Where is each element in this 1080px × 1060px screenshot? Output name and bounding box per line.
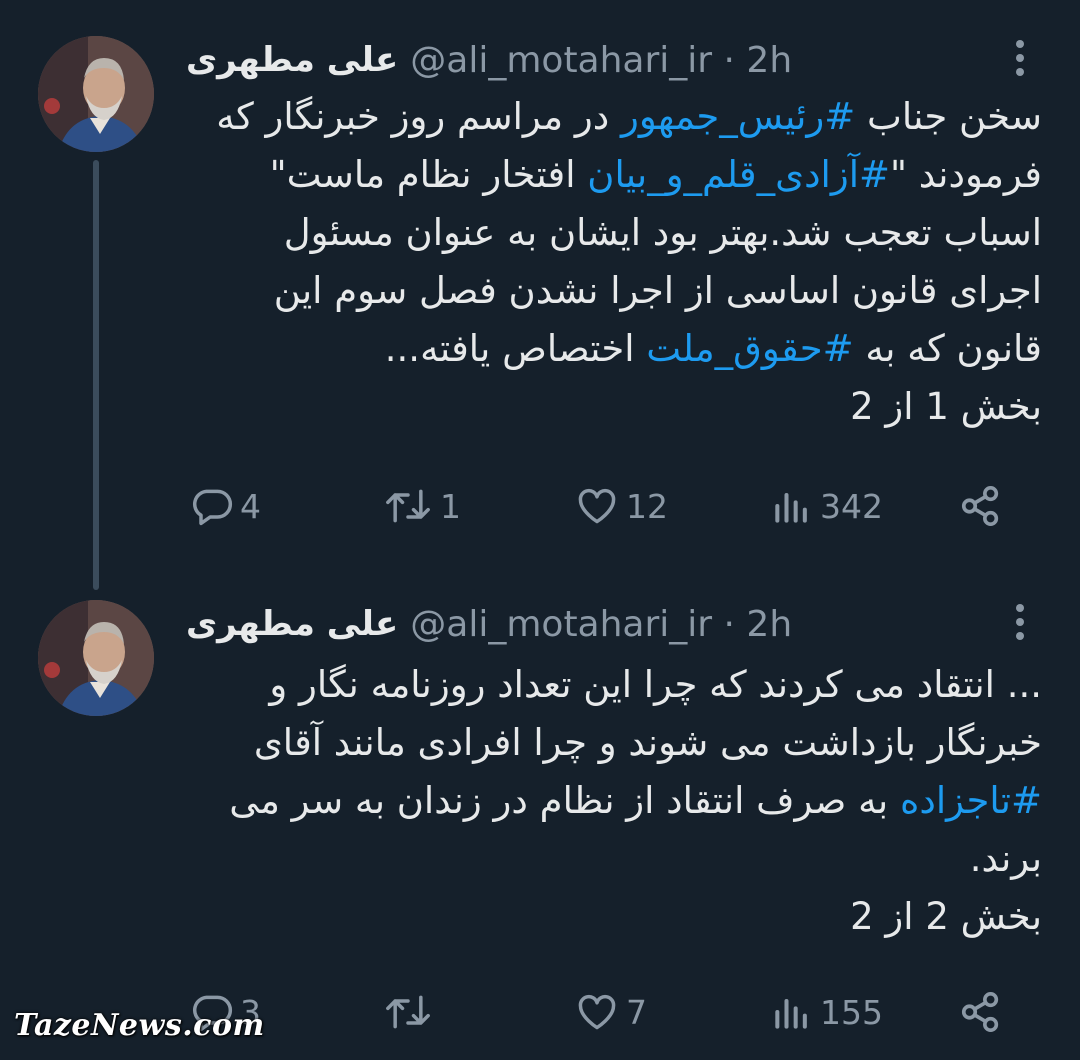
tweet-actions: 3 7 155: [186, 982, 1046, 1042]
author-handle-time[interactable]: @ali_motahari_ir · 2h: [410, 604, 792, 645]
like-button[interactable]: 12: [574, 476, 668, 536]
more-icon[interactable]: [1002, 34, 1038, 84]
tweet-actions: 4 1 12 342: [186, 476, 1046, 536]
views-count: 342: [820, 486, 883, 526]
tweet-text-line: اجرای قانون اساسی از اجرا نشدن فصل سوم ا…: [186, 262, 1042, 320]
timeline: علی مطهری @ali_motahari_ir · 2h سخن جناب…: [0, 0, 1080, 1060]
tweet-text-line: اسباب تعجب شد.بهتر بود ایشان به عنوان مس…: [186, 204, 1042, 262]
tweet-text-segment: اجرای قانون اساسی از اجرا نشدن فصل سوم ا…: [273, 269, 1042, 312]
avatar[interactable]: [38, 600, 154, 716]
tweet-text-segment: اسباب تعجب شد.بهتر بود ایشان به عنوان مس…: [283, 211, 1042, 254]
tweet-text-line: فرمودند "#آزادی_قلم_و_بیان افتخار نظام م…: [186, 146, 1042, 204]
views-button[interactable]: 342: [770, 476, 883, 536]
tweet-text-segment: افتخار نظام ماست": [269, 153, 588, 196]
views-icon: [775, 492, 807, 523]
views-count: 155: [820, 992, 883, 1032]
tweet-text-segment: در مراسم روز خبرنگار که: [216, 95, 621, 138]
share-icon: [961, 991, 999, 1033]
hashtag-link[interactable]: #حقوق_ملت: [646, 327, 853, 370]
tweet-text-segment: سخن جناب: [855, 95, 1042, 138]
views-button[interactable]: 155: [770, 982, 883, 1042]
tweet-1[interactable]: علی مطهری @ali_motahari_ir · 2h سخن جناب…: [0, 0, 1080, 560]
retweet-button[interactable]: 1: [382, 476, 461, 536]
hashtag-link[interactable]: #تاجزاده: [900, 779, 1042, 822]
more-icon[interactable]: [1002, 598, 1038, 648]
tweet-text-line: خبرنگار بازداشت می شوند و چرا افرادی مان…: [186, 714, 1042, 772]
tweet-text-segment: به صرف انتقاد از نظام در زندان به سر می: [229, 779, 900, 822]
author-name[interactable]: علی مطهری: [186, 604, 398, 644]
author-name[interactable]: علی مطهری: [186, 40, 398, 80]
reply-button[interactable]: 4: [190, 476, 261, 536]
hashtag-link[interactable]: #رئیس_جمهور: [621, 95, 855, 138]
retweet-count: 1: [440, 486, 461, 526]
tweet-text-line: قانون که به #حقوق_ملت اختصاص یافته...: [186, 320, 1042, 378]
retweet-icon: [386, 995, 430, 1029]
like-count: 7: [626, 992, 647, 1032]
retweet-button[interactable]: [382, 982, 440, 1042]
share-button[interactable]: [958, 982, 1010, 1042]
share-icon: [961, 485, 999, 527]
tweet-text-line: بخش 1 از 2: [186, 378, 1042, 436]
retweet-icon: [386, 489, 430, 523]
tweet-text: سخن جناب #رئیس_جمهور در مراسم روز خبرنگا…: [186, 88, 1042, 436]
tweet-text-line: برند.: [186, 830, 1042, 888]
author-handle-time[interactable]: @ali_motahari_ir · 2h: [410, 40, 792, 81]
tweet-header: علی مطهری @ali_motahari_ir · 2h: [186, 30, 792, 90]
like-icon: [578, 488, 616, 524]
like-icon: [578, 994, 616, 1030]
tweet-text-line: سخن جناب #رئیس_جمهور در مراسم روز خبرنگا…: [186, 88, 1042, 146]
views-icon: [775, 998, 807, 1029]
watermark-logo: TazeNews.com: [14, 1008, 265, 1043]
tweet-text: ... انتقاد می کردند که چرا این تعداد روز…: [186, 656, 1042, 946]
tweet-text-segment: اختصاص یافته...: [384, 327, 647, 370]
reply-icon: [193, 489, 233, 526]
reply-count: 4: [240, 486, 261, 526]
like-button[interactable]: 7: [574, 982, 647, 1042]
tweet-text-segment: خبرنگار بازداشت می شوند و چرا افرادی مان…: [253, 721, 1042, 764]
tweet-2[interactable]: علی مطهری @ali_motahari_ir · 2h ... انتق…: [0, 568, 1080, 1058]
tweet-header: علی مطهری @ali_motahari_ir · 2h: [186, 594, 792, 654]
tweet-text-segment: بخش 2 از 2: [850, 895, 1042, 938]
like-count: 12: [626, 486, 668, 526]
tweet-text-segment: برند.: [969, 837, 1042, 880]
avatar[interactable]: [38, 36, 154, 152]
hashtag-link[interactable]: #آزادی_قلم_و_بیان: [587, 153, 890, 196]
tweet-text-segment: فرمودند ": [889, 153, 1042, 196]
tweet-text-line: بخش 2 از 2: [186, 888, 1042, 946]
tweet-text-line: #تاجزاده به صرف انتقاد از نظام در زندان …: [186, 772, 1042, 830]
tweet-text-line: ... انتقاد می کردند که چرا این تعداد روز…: [186, 656, 1042, 714]
tweet-text-segment: قانون که به: [853, 327, 1042, 370]
tweet-text-segment: ... انتقاد می کردند که چرا این تعداد روز…: [269, 663, 1042, 706]
tweet-text-segment: بخش 1 از 2: [850, 385, 1042, 428]
share-button[interactable]: [958, 476, 1010, 536]
